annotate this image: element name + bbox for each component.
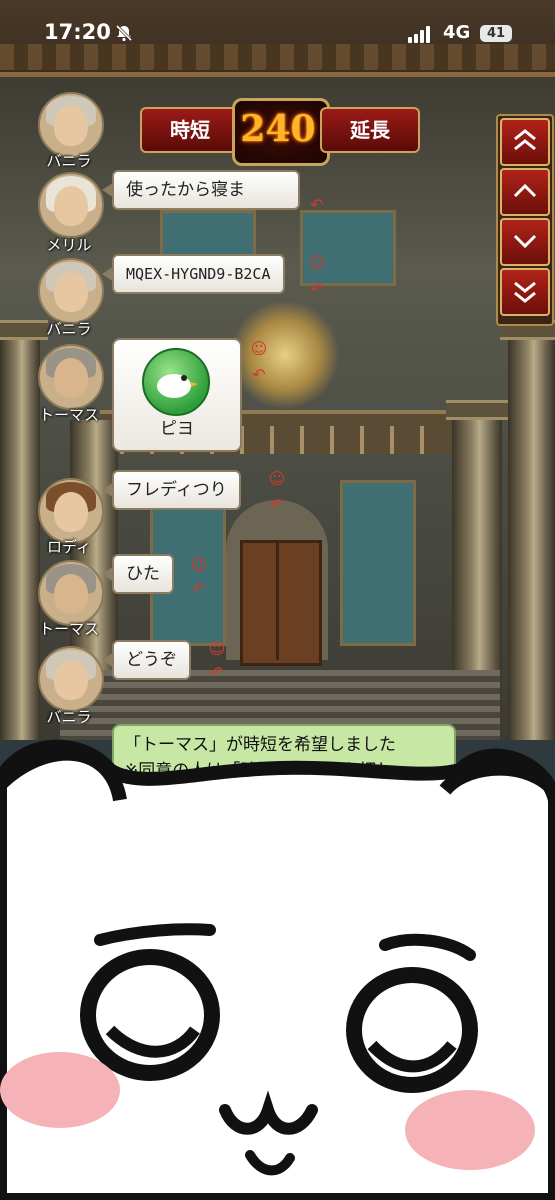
cartoon-bear-sticker	[0, 739, 555, 1200]
